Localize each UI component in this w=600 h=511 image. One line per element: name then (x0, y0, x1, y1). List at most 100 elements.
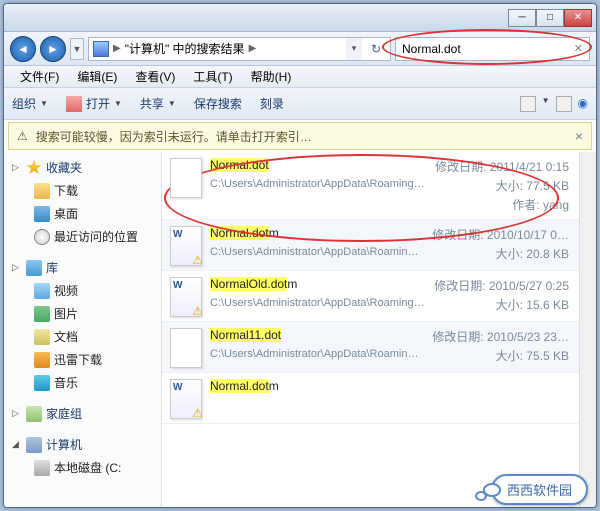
file-meta: 修改日期: 2010/10/17 0…大小: 20.8 KB (432, 226, 569, 266)
sidebar-group-header[interactable]: ▷收藏夹 (4, 156, 161, 179)
sidebar-item[interactable]: 迅雷下载 (4, 348, 161, 371)
file-name: Normal.dot (210, 158, 427, 172)
file-path: C:\Users\Administrator\AppData\Roaming\M… (210, 348, 424, 360)
menu-view[interactable]: 查看(V) (127, 66, 183, 87)
ic-video-icon (34, 283, 50, 299)
share-button[interactable]: 共享 ▼ (140, 95, 176, 112)
maximize-button[interactable]: □ (536, 9, 564, 27)
sidebar-group-label: 计算机 (46, 436, 82, 453)
save-search-button[interactable]: 保存搜索 (194, 95, 242, 112)
sidebar-item-label: 桌面 (54, 205, 78, 222)
ic-music-icon (34, 375, 50, 391)
back-button[interactable]: ◄ (10, 36, 36, 62)
toolbar: 组织 ▼ 打开 ▼ 共享 ▼ 保存搜索 刻录 ▼ ◉ (4, 88, 596, 120)
dismiss-info-icon[interactable]: × (575, 128, 583, 144)
address-segment[interactable]: "计算机" 中的搜索结果 (125, 40, 245, 57)
file-row[interactable]: NormalOld.dotm C:\Users\Administrator\Ap… (162, 271, 579, 322)
sidebar-item-label: 图片 (54, 305, 78, 322)
file-icon (170, 379, 202, 419)
minimize-button[interactable]: ─ (508, 9, 536, 27)
vertical-scrollbar[interactable] (579, 152, 596, 507)
file-meta: 修改日期: 2010/5/27 0:25大小: 15.6 KB (434, 277, 569, 317)
menu-tools[interactable]: 工具(T) (185, 66, 240, 87)
sidebar-item[interactable]: 文档 (4, 325, 161, 348)
ic-doc-icon (34, 329, 50, 345)
file-row[interactable]: Normal11.dot C:\Users\Administrator\AppD… (162, 322, 579, 373)
ic-clock-icon (34, 229, 50, 245)
view-icon[interactable] (520, 96, 536, 112)
file-path: C:\Users\Administrator\AppData\Roaming\M… (210, 297, 426, 309)
ic-pic-icon (34, 306, 50, 322)
sidebar-item-label: 视频 (54, 282, 78, 299)
file-name: Normal.dotm (210, 226, 424, 240)
refresh-icon[interactable]: ↻ (366, 42, 386, 56)
file-meta: 修改日期: 2010/5/23 23…大小: 75.5 KB (432, 328, 569, 368)
help-icon[interactable]: ◉ (578, 96, 588, 112)
file-row[interactable]: Normal.dotm (162, 373, 579, 424)
sidebar-item-label: 最近访问的位置 (54, 228, 138, 245)
sidebar-group-header[interactable]: ▷ 家庭组 (4, 402, 161, 425)
info-bar: ⚠ 搜索可能较慢，因为索引未运行。请单击打开索引… × (8, 122, 592, 150)
expand-icon: ▷ (12, 408, 22, 419)
open-icon (66, 96, 82, 112)
sidebar-item[interactable]: 下载 (4, 179, 161, 202)
sidebar-item[interactable]: 音乐 (4, 371, 161, 394)
sidebar-group-header[interactable]: ▷库 (4, 256, 161, 279)
menu-bar: 文件(F) 编辑(E) 查看(V) 工具(T) 帮助(H) (4, 66, 596, 88)
sidebar-group-label: 库 (46, 259, 58, 276)
history-dropdown[interactable]: ▼ (70, 38, 84, 60)
expand-icon: ▷ (12, 162, 22, 173)
sidebar-group-label: 家庭组 (46, 405, 82, 422)
close-button[interactable]: ✕ (564, 9, 592, 27)
file-row[interactable]: Normal.dotm C:\Users\Administrator\AppDa… (162, 220, 579, 271)
forward-button[interactable]: ► (40, 36, 66, 62)
warning-icon: ⚠ (17, 129, 28, 143)
search-box[interactable]: ✕ (395, 37, 590, 61)
file-icon (170, 328, 202, 368)
ic-computer-icon (26, 437, 42, 453)
address-dropdown[interactable]: ▾ (346, 38, 362, 60)
watermark-bubble: 西西软件园 (491, 474, 588, 505)
search-input[interactable] (402, 42, 574, 56)
ic-star-icon (26, 160, 42, 176)
file-icon (170, 226, 202, 266)
sidebar-item[interactable]: 最近访问的位置 (4, 225, 161, 248)
menu-edit[interactable]: 编辑(E) (69, 66, 125, 87)
address-bar[interactable]: ▶ "计算机" 中的搜索结果 ▶ ▾ ↻ (88, 37, 391, 61)
ic-folder-icon (34, 183, 50, 199)
clear-search-icon[interactable]: ✕ (574, 42, 583, 55)
open-button[interactable]: 打开 ▼ (66, 95, 122, 112)
explorer-window: ─ □ ✕ ◄ ► ▼ ▶ "计算机" 中的搜索结果 ▶ ▾ ↻ ✕ 文件(F)… (3, 3, 597, 508)
sidebar-item[interactable]: 本地磁盘 (C: (4, 456, 161, 479)
organize-button[interactable]: 组织 ▼ (12, 95, 48, 112)
burn-button[interactable]: 刻录 (260, 95, 284, 112)
sidebar-item[interactable]: 视频 (4, 279, 161, 302)
file-path: C:\Users\Administrator\AppData\Roaming\M… (210, 246, 424, 258)
chevron-right-icon: ▶ (113, 43, 121, 54)
file-icon (170, 277, 202, 317)
ic-drive-icon (34, 460, 50, 476)
expand-icon: ▷ (12, 262, 22, 273)
menu-file[interactable]: 文件(F) (12, 66, 67, 87)
file-path: C:\Users\Administrator\AppData\Roaming\M… (210, 178, 427, 190)
sidebar-item-label: 文档 (54, 328, 78, 345)
ic-thunder-icon (34, 352, 50, 368)
sidebar-group-header[interactable]: ◢计算机 (4, 433, 161, 456)
chevron-right-icon: ▶ (249, 43, 257, 54)
results-list: Normal.dot C:\Users\Administrator\AppDat… (162, 152, 579, 507)
preview-pane-icon[interactable] (556, 96, 572, 112)
menu-help[interactable]: 帮助(H) (243, 66, 300, 87)
sidebar-item[interactable]: 桌面 (4, 202, 161, 225)
file-meta: 修改日期: 2011/4/21 0:15大小: 77.5 KB作者: yang (435, 158, 569, 215)
sidebar-item-label: 本地磁盘 (C: (54, 459, 121, 476)
ic-home-icon (26, 406, 42, 422)
file-name: NormalOld.dotm (210, 277, 426, 291)
file-name: Normal11.dot (210, 328, 424, 342)
location-icon (93, 41, 109, 57)
view-dropdown[interactable]: ▼ (542, 96, 550, 112)
file-row[interactable]: Normal.dot C:\Users\Administrator\AppDat… (162, 152, 579, 220)
nav-bar: ◄ ► ▼ ▶ "计算机" 中的搜索结果 ▶ ▾ ↻ ✕ (4, 32, 596, 66)
ic-lib-icon (26, 260, 42, 276)
titlebar: ─ □ ✕ (4, 4, 596, 32)
sidebar-item[interactable]: 图片 (4, 302, 161, 325)
